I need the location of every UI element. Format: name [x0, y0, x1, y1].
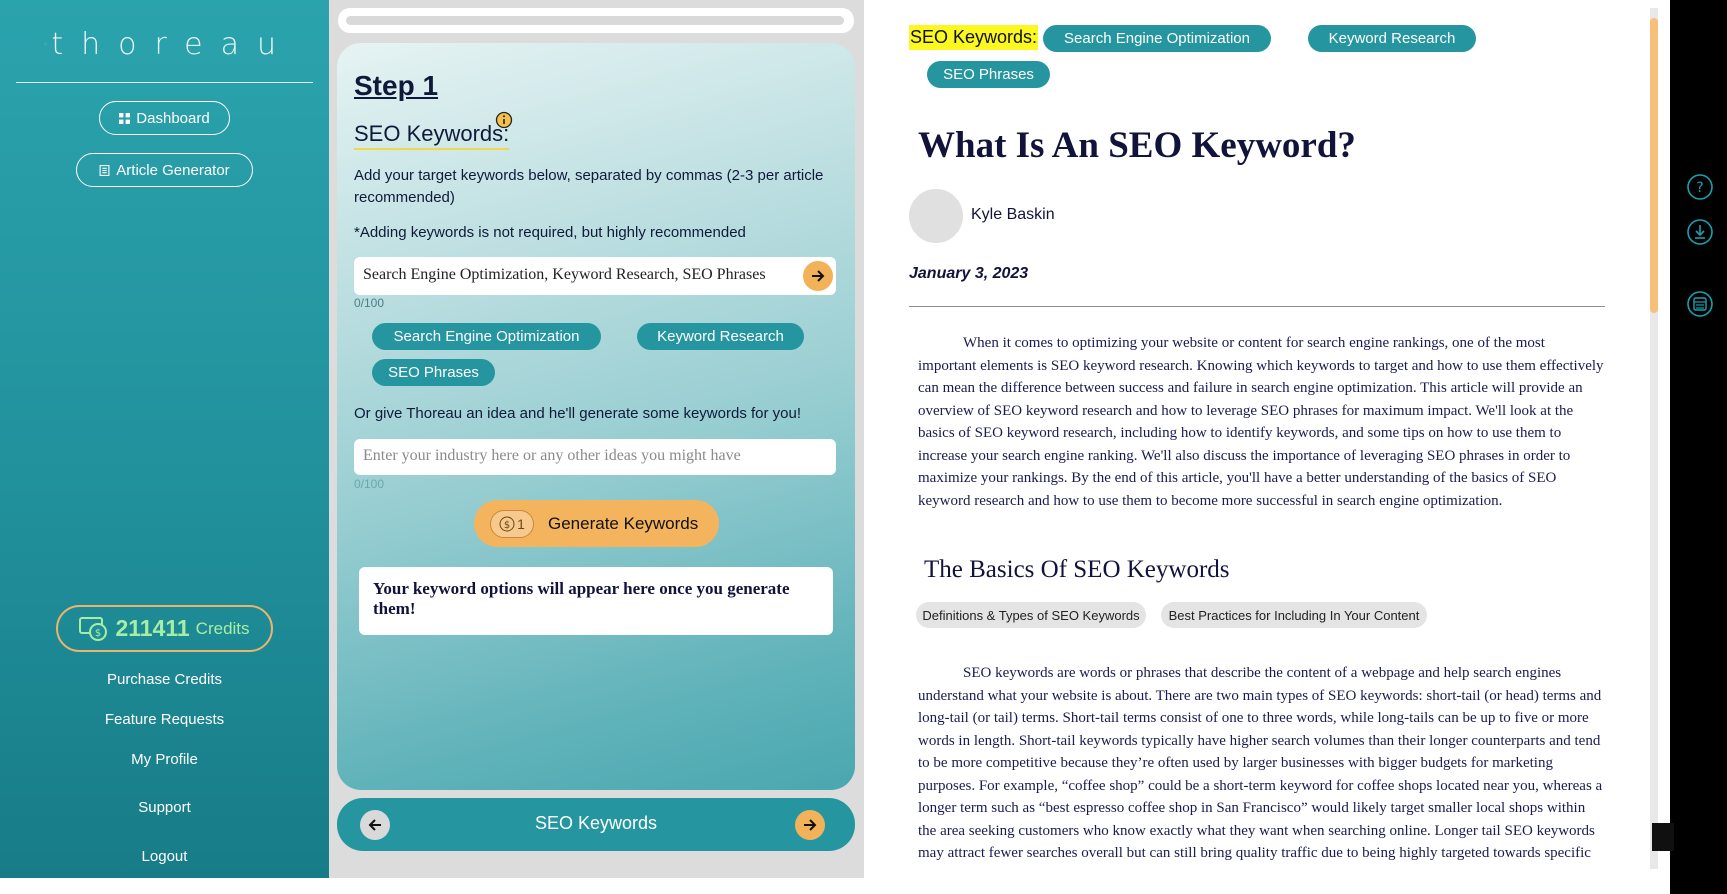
- sidebar-divider: [16, 82, 313, 83]
- avatar: [909, 189, 963, 243]
- author-name: Kyle Baskin: [971, 206, 1055, 223]
- idea-prompt: Or give Thoreau an idea and he'll genera…: [354, 405, 802, 422]
- coin-icon: $: [499, 516, 515, 531]
- svg-text:?: ?: [1696, 180, 1703, 196]
- list-icon[interactable]: [1686, 290, 1714, 318]
- my-profile-link[interactable]: My Profile: [0, 751, 329, 768]
- article-keyword-chip[interactable]: SEO Phrases: [927, 61, 1050, 88]
- article-title: What Is An SEO Keyword?: [918, 125, 1356, 166]
- generate-keywords-button[interactable]: $ 1 Generate Keywords: [474, 500, 719, 547]
- article-keyword-chip[interactable]: Keyword Research: [1308, 25, 1476, 52]
- keyword-options-box: Your keyword options will appear here on…: [359, 567, 833, 635]
- brand-name: thoreau: [51, 26, 294, 62]
- feature-requests-link[interactable]: Feature Requests: [0, 711, 329, 728]
- arrow-right-icon: [804, 819, 817, 831]
- purchase-credits-link[interactable]: Purchase Credits: [0, 671, 329, 688]
- svg-text:$: $: [95, 628, 101, 639]
- page-bottom-strip: [0, 878, 1670, 894]
- section-heading: The Basics Of SEO Keywords: [924, 556, 1230, 583]
- idea-input-placeholder: Enter your industry here or any other id…: [363, 447, 741, 464]
- current-step-label: SEO Keywords: [534, 813, 658, 833]
- article-preview[interactable]: SEO Keywords: Search Engine Optimization…: [864, 8, 1650, 869]
- keyword-chip[interactable]: Keyword Research: [637, 323, 804, 350]
- keywords-input-value: Search Engine Optimization, Keyword Rese…: [363, 266, 766, 283]
- seo-keywords-heading: SEO Keywords:: [354, 121, 510, 150]
- keyword-chip[interactable]: Search Engine Optimization: [372, 323, 601, 350]
- section-paragraph: SEO keywords are words or phrases that d…: [918, 665, 1603, 869]
- idea-counter: 0/100: [354, 477, 385, 491]
- add-keywords-button[interactable]: [803, 261, 833, 291]
- credit-cost-badge: $ 1: [490, 509, 534, 538]
- keyword-chip[interactable]: SEO Phrases: [372, 359, 495, 386]
- arrow-right-icon: [812, 270, 825, 282]
- step-navigation-bar: SEO Keywords: [337, 798, 855, 851]
- article-divider: [909, 306, 1605, 307]
- generate-keywords-label: Generate Keywords: [548, 513, 699, 533]
- keywords-counter: 0/100: [354, 296, 385, 310]
- svg-text:$: $: [504, 520, 510, 531]
- keywords-instructions: Add your target keywords below, separate…: [354, 167, 824, 206]
- right-toolbar: [1670, 0, 1727, 894]
- dashboard-icon: [119, 112, 131, 124]
- article-keyword-chip[interactable]: Search Engine Optimization: [1043, 25, 1271, 52]
- step-card: Step 1 SEO Keywords: Add your target key…: [337, 43, 855, 790]
- logo-network-icon: [44, 42, 48, 46]
- credits-label: Credits: [195, 618, 250, 638]
- document-icon: [99, 164, 110, 176]
- sidebar: thoreau Dashboard Article Generator $ 21…: [0, 0, 329, 878]
- dashboard-button[interactable]: Dashboard: [99, 101, 230, 135]
- subsection-chip[interactable]: Best Practices for Including In Your Con…: [1161, 602, 1427, 628]
- dashboard-label: Dashboard: [136, 109, 210, 127]
- next-step-button[interactable]: [795, 810, 825, 840]
- keywords-note: *Adding keywords is not required, but hi…: [354, 224, 746, 241]
- logo[interactable]: thoreau: [44, 16, 294, 72]
- help-icon[interactable]: ?: [1686, 173, 1714, 201]
- idea-input[interactable]: Enter your industry here or any other id…: [354, 439, 836, 475]
- article-keywords-label: SEO Keywords:: [909, 25, 1039, 50]
- step-title: Step 1: [354, 70, 439, 101]
- credits-amount: 211411: [115, 615, 190, 641]
- article-generator-button[interactable]: Article Generator: [76, 153, 253, 187]
- article-scrollbar-thumb[interactable]: [1650, 18, 1658, 313]
- info-icon[interactable]: [495, 111, 513, 129]
- download-icon[interactable]: [1686, 218, 1714, 246]
- article-generator-label: Article Generator: [116, 161, 230, 179]
- keywords-input[interactable]: Search Engine Optimization, Keyword Rese…: [354, 257, 836, 295]
- scroll-to-top-button[interactable]: [1652, 823, 1674, 851]
- article-date: January 3, 2023: [909, 265, 1029, 282]
- article-intro-paragraph: When it comes to optimizing your website…: [918, 335, 1604, 509]
- credits-display[interactable]: $ 211411 Credits: [56, 605, 273, 652]
- support-link[interactable]: Support: [0, 799, 329, 816]
- credits-icon: $: [79, 616, 108, 641]
- progress-bar: [338, 8, 854, 33]
- progress-track: [346, 16, 844, 25]
- logout-link[interactable]: Logout: [0, 848, 329, 865]
- credit-cost: 1: [517, 515, 525, 532]
- subsection-chip[interactable]: Definitions & Types of SEO Keywords: [916, 602, 1146, 628]
